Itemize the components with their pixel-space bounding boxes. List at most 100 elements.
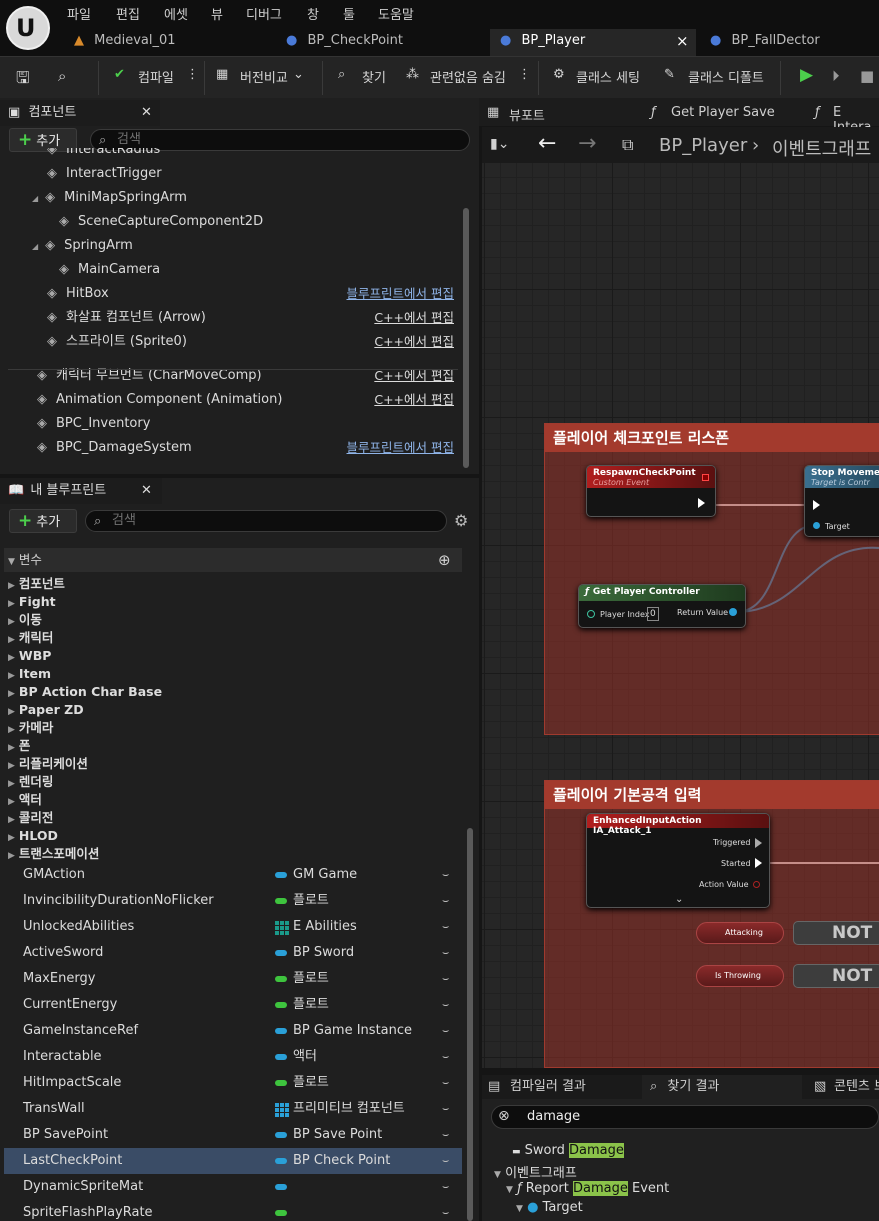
- class-defaults-button[interactable]: 클래스 디폴트: [688, 67, 764, 86]
- variable-category[interactable]: ▶ BP Action Char Base: [8, 683, 162, 701]
- tab-find-results[interactable]: ⌕ 찾기 결과: [642, 1075, 802, 1099]
- tab-bp-falldector[interactable]: ● BP_FallDector: [706, 29, 879, 56]
- component-item[interactable]: ◈ HitBox: [44, 282, 109, 306]
- component-item[interactable]: ◢ ◈ SpringArm: [32, 234, 133, 258]
- compile-button[interactable]: 컴파일: [138, 67, 174, 86]
- tab-viewport[interactable]: 뷰포트: [509, 105, 545, 124]
- variable-row[interactable]: InvincibilityDurationNoFlicker 플로트 ⌣: [4, 888, 462, 914]
- tab-close-icon[interactable]: ×: [676, 29, 689, 53]
- diff-button[interactable]: 버전비교: [240, 67, 288, 86]
- visibility-eye-icon[interactable]: ⌣: [442, 992, 449, 1018]
- edit-link[interactable]: C++에서 편집: [374, 364, 454, 388]
- back-arrow-icon[interactable]: ←: [538, 131, 556, 156]
- variable-row[interactable]: DynamicSpriteMat ⌣: [4, 1174, 462, 1200]
- visibility-eye-icon[interactable]: ⌣: [442, 1096, 449, 1122]
- menu-help[interactable]: 도움말: [378, 4, 414, 23]
- variable-category[interactable]: ▶ HLOD: [8, 827, 58, 845]
- variable-category[interactable]: ▶ 카메라: [8, 719, 53, 737]
- visibility-eye-icon[interactable]: ⌣: [442, 966, 449, 992]
- component-item[interactable]: ◈ 화살표 컴포넌트 (Arrow): [44, 306, 206, 330]
- edit-link[interactable]: C++에서 편집: [374, 330, 454, 354]
- visibility-eye-icon[interactable]: ⌣: [442, 862, 449, 888]
- variable-row[interactable]: LastCheckPoint BP Check Point ⌣: [4, 1148, 462, 1174]
- scrollbar[interactable]: [467, 828, 473, 1221]
- forward-arrow-icon[interactable]: →: [578, 131, 596, 156]
- find-result-row[interactable]: ▼ ƒ Report Damage Event: [506, 1181, 669, 1196]
- find-search-input[interactable]: ⊗ damage: [491, 1105, 879, 1129]
- exec-out-pin[interactable]: [698, 498, 705, 508]
- menu-debug[interactable]: 디버그: [246, 4, 282, 23]
- variable-category[interactable]: ▶ 이동: [8, 611, 42, 629]
- not-node[interactable]: NOT: [793, 964, 879, 988]
- variable-category[interactable]: ▶ Paper ZD: [8, 701, 84, 719]
- variable-category[interactable]: ▶ Item: [8, 665, 51, 683]
- custom-event-node[interactable]: RespawnCheckPoint Custom Event: [586, 465, 716, 517]
- close-icon[interactable]: ✕: [141, 100, 152, 126]
- attacking-variable-node[interactable]: Attacking: [696, 922, 784, 944]
- class-settings-button[interactable]: 클래스 세팅: [576, 67, 640, 86]
- more-options-icon[interactable]: ⋮: [186, 67, 199, 82]
- edit-link[interactable]: 블루프린트에서 편집: [347, 282, 454, 306]
- more-options-icon[interactable]: ⋮: [518, 67, 531, 82]
- variable-category[interactable]: ▶ 액터: [8, 791, 42, 809]
- visibility-eye-icon[interactable]: ⌣: [442, 1200, 449, 1221]
- variable-category[interactable]: ▶ Fight: [8, 593, 56, 611]
- not-node[interactable]: NOT: [793, 921, 879, 945]
- variable-row[interactable]: HitImpactScale 플로트 ⌣: [4, 1070, 462, 1096]
- variable-row[interactable]: UnlockedAbilities E Abilities ⌣: [4, 914, 462, 940]
- visibility-eye-icon[interactable]: ⌣: [442, 1070, 449, 1096]
- stop-icon[interactable]: ■: [860, 67, 874, 85]
- visibility-eye-icon[interactable]: ⌣: [442, 1018, 449, 1044]
- menu-tools[interactable]: 툴: [343, 4, 355, 23]
- close-icon[interactable]: ⊗: [498, 1108, 510, 1124]
- bookmark-icon[interactable]: ▮⌄: [490, 136, 509, 152]
- variable-category[interactable]: ▶ WBP: [8, 647, 51, 665]
- variable-row[interactable]: CurrentEnergy 플로트 ⌣: [4, 992, 462, 1018]
- exec-in-pin[interactable]: [813, 500, 820, 510]
- exec-out-pin[interactable]: [755, 838, 762, 848]
- close-icon[interactable]: ✕: [141, 478, 152, 504]
- variable-row[interactable]: GameInstanceRef BP Game Instance ⌣: [4, 1018, 462, 1044]
- menu-view[interactable]: 뷰: [211, 4, 223, 23]
- action-value-pin[interactable]: [753, 881, 760, 888]
- tab-compiler-results[interactable]: 컴파일러 결과: [510, 1075, 586, 1099]
- variable-category[interactable]: ▶ 리플리케이션: [8, 755, 88, 773]
- edit-link[interactable]: C++에서 편집: [374, 306, 454, 330]
- variable-row[interactable]: SpriteFlashPlayRate ⌣: [4, 1200, 462, 1221]
- step-icon[interactable]: ⏵: [832, 67, 840, 85]
- component-item[interactable]: ◈ MainCamera: [56, 258, 160, 282]
- component-item[interactable]: ◈ InteractRadius: [44, 148, 160, 162]
- edit-link[interactable]: C++에서 편집: [374, 388, 454, 412]
- menu-edit[interactable]: 편집: [116, 4, 140, 23]
- components-tab[interactable]: ▣ 컴포넌트 ✕: [0, 100, 160, 126]
- add-circle-icon[interactable]: ⊕: [438, 548, 451, 572]
- expand-icon[interactable]: ◢: [32, 194, 38, 203]
- event-graph-canvas[interactable]: 플레이어 체크포인트 리스폰 플레이어 기본공격 입력 RespawnCheck…: [482, 163, 879, 1068]
- play-icon[interactable]: ▶: [800, 65, 813, 85]
- menu-asset[interactable]: 에셋: [164, 4, 188, 23]
- variable-category[interactable]: ▶ 컴포넌트: [8, 575, 65, 593]
- find-result-row[interactable]: ▼ ● Target: [516, 1200, 583, 1215]
- input-action-node[interactable]: EnhancedInputAction IA_Attack_1 Triggere…: [586, 813, 770, 908]
- hide-unrelated-button[interactable]: 관련없음 숨김: [430, 67, 506, 86]
- my-blueprint-tab[interactable]: 📖 내 블루프린트 ✕: [0, 478, 162, 504]
- variable-category[interactable]: ▶ 폰: [8, 737, 30, 755]
- function-call-node[interactable]: Stop Moveme Target is Contr Target: [804, 465, 879, 537]
- gear-icon[interactable]: ⚙: [454, 511, 468, 530]
- pure-function-node[interactable]: ƒ Get Player Controller Player Index 0 Re…: [578, 584, 746, 628]
- variable-category[interactable]: ▶ 렌더링: [8, 773, 53, 791]
- chevron-down-icon[interactable]: ⌄: [293, 67, 304, 82]
- visibility-eye-icon[interactable]: ⌣: [442, 1174, 449, 1200]
- find-button[interactable]: 찾기: [362, 67, 386, 86]
- save-icon[interactable]: 🖫: [16, 67, 30, 94]
- tab-bp-player[interactable]: ● BP_Player ×: [490, 29, 696, 56]
- chevron-down-icon[interactable]: ⌄: [675, 894, 683, 905]
- delegate-pin-icon[interactable]: [702, 474, 709, 481]
- return-value-pin[interactable]: [729, 608, 737, 616]
- variable-category[interactable]: ▶ 트랜스포메이션: [8, 845, 99, 863]
- variable-row[interactable]: MaxEnergy 플로트 ⌣: [4, 966, 462, 992]
- visibility-eye-icon[interactable]: ⌣: [442, 1148, 449, 1174]
- visibility-eye-icon[interactable]: ⌣: [442, 1044, 449, 1070]
- breadcrumb-bp-player[interactable]: BP_Player: [659, 135, 747, 156]
- browse-icon[interactable]: ⌕: [58, 67, 66, 85]
